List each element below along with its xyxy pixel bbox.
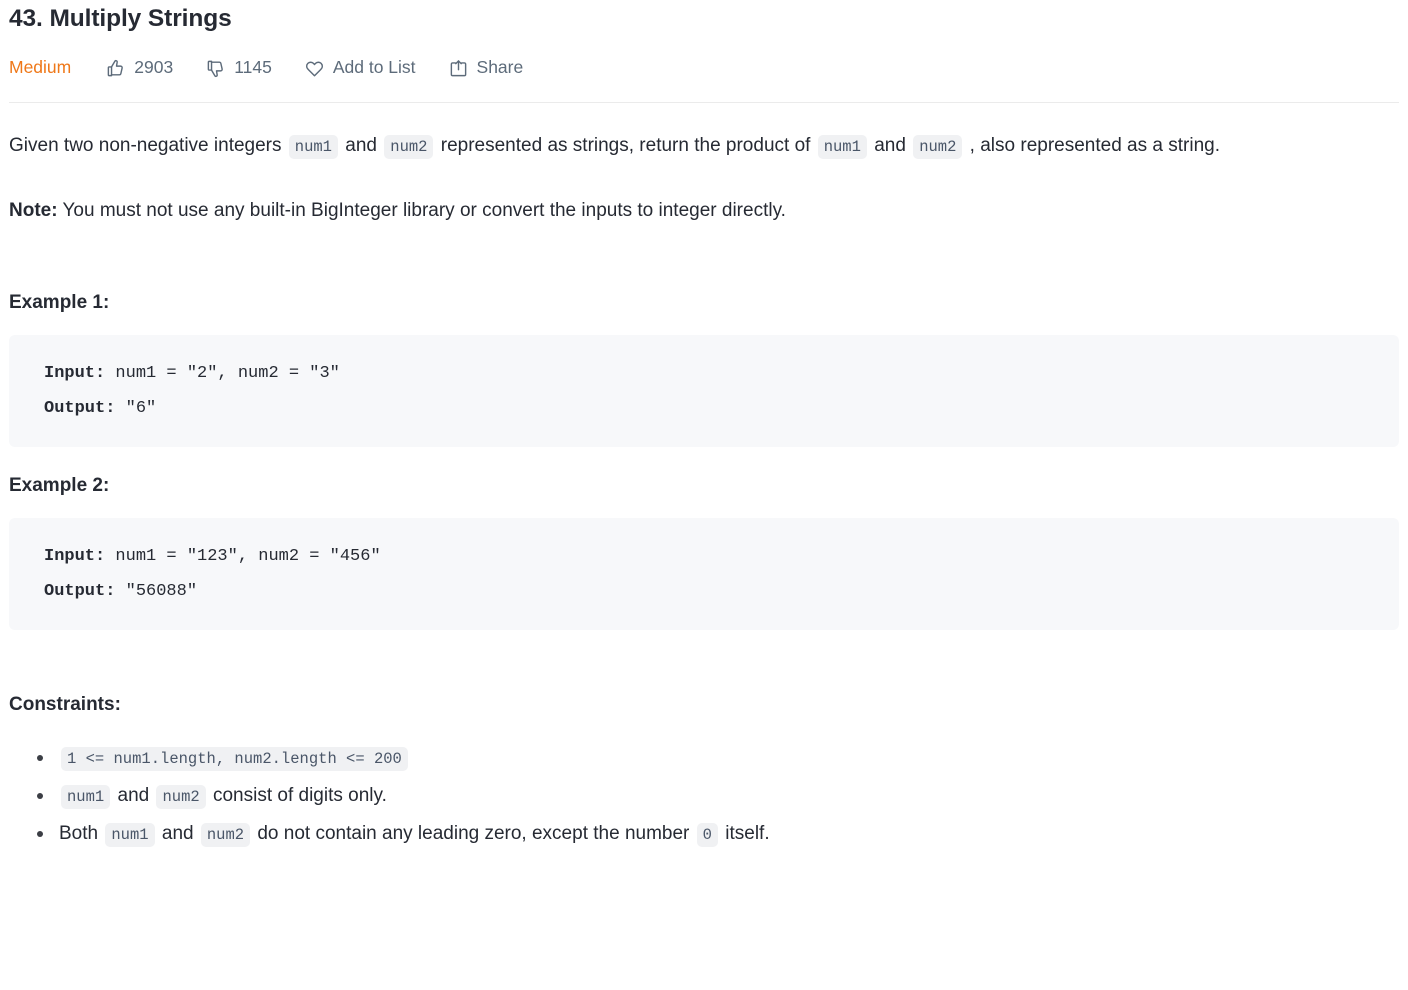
like-count: 2903 (134, 57, 174, 78)
constraints-list: 1 <= num1.length, num2.length <= 200 num… (9, 740, 1399, 853)
difficulty-badge: Medium (9, 57, 72, 78)
inline-code-num2: num2 (156, 785, 206, 809)
statement-text-2: and (340, 135, 383, 156)
dislike-button[interactable]: 1145 (206, 59, 272, 78)
constraint-text: itself. (719, 823, 770, 844)
inline-code-num1: num1 (105, 823, 155, 847)
note-text: You must not use any built-in BigInteger… (57, 200, 786, 221)
add-to-list-button[interactable]: Add to List (305, 59, 416, 78)
inline-code-zero: 0 (696, 823, 718, 847)
example-1-input-value: num1 = "2", num2 = "3" (105, 364, 340, 383)
example-2-output-label: Output: (44, 582, 116, 601)
heart-icon (305, 59, 324, 78)
example-1-output-label: Output: (44, 399, 116, 418)
example-1-code-block: Input: num1 = "2", num2 = "3" Output: "6… (9, 335, 1399, 447)
list-item: num1 and num2 consist of digits only. (37, 778, 1399, 815)
constraint-text: Both (59, 823, 104, 844)
example-2-heading: Example 2: (9, 475, 110, 496)
statement-text-5: , also represented as a string. (964, 135, 1220, 156)
constraint-text: and (156, 823, 199, 844)
dislike-count: 1145 (234, 57, 272, 78)
example-2-input-label: Input: (44, 547, 106, 566)
problem-statement: Given two non-negative integers num1 and… (9, 128, 1399, 165)
problem-description-panel: 43. Multiply Strings Medium 2903 1145 Ad… (0, 0, 1408, 853)
share-button[interactable]: Share (449, 57, 524, 78)
share-label: Share (476, 57, 524, 78)
inline-code-num2: num2 (200, 823, 251, 847)
constraint-text: do not contain any leading zero, except … (252, 823, 695, 844)
like-button[interactable]: 2903 (106, 59, 173, 78)
problem-note: Note: You must not use any built-in BigI… (9, 193, 1399, 228)
inline-code-num2: num2 (913, 135, 963, 159)
example-2-code-block: Input: num1 = "123", num2 = "456" Output… (9, 518, 1399, 630)
example-2-input-value: num1 = "123", num2 = "456" (105, 547, 381, 566)
inline-code-length-constraint: 1 <= num1.length, num2.length <= 200 (61, 747, 408, 771)
constraint-text: consist of digits only. (207, 785, 387, 806)
example-2-output-value: "56088" (115, 582, 198, 601)
statement-text-3: represented as strings, return the produ… (435, 135, 816, 156)
note-label: Note: (9, 200, 58, 221)
example-1-heading: Example 1: (9, 292, 110, 313)
inline-code-num2: num2 (384, 135, 434, 159)
inline-code-num1: num1 (61, 785, 111, 809)
statement-text-1: Given two non-negative integers (9, 135, 287, 156)
inline-code-num1: num1 (288, 135, 338, 159)
example-1-output-value: "6" (115, 399, 157, 418)
thumbs-down-icon (206, 59, 225, 78)
constraint-text: and (112, 785, 155, 806)
share-icon (449, 59, 468, 78)
thumbs-up-icon (106, 59, 125, 78)
add-to-list-label: Add to List (332, 57, 416, 78)
list-item: Both num1 and num2 do not contain any le… (37, 816, 1399, 853)
constraints-heading: Constraints: (9, 694, 121, 715)
page-title: 43. Multiply Strings (9, 5, 232, 32)
statement-text-4: and (868, 135, 912, 156)
header-divider (9, 102, 1399, 103)
example-1-input-label: Input: (44, 364, 106, 383)
inline-code-num1: num1 (817, 135, 867, 159)
problem-meta-row: Medium 2903 1145 Add to List Share (9, 45, 1399, 91)
list-item: 1 <= num1.length, num2.length <= 200 (37, 740, 1399, 777)
